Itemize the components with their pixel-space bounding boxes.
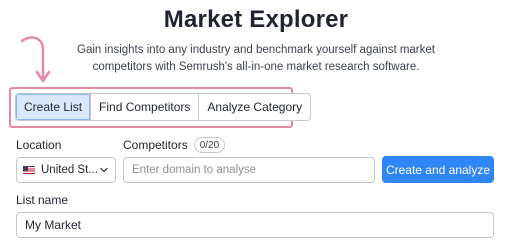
annotation-arrow-icon [20, 36, 51, 83]
competitor-domain-input[interactable] [123, 157, 375, 183]
mode-tabs: Create List Find Competitors Analyze Cat… [15, 93, 312, 121]
list-name-input[interactable] [16, 212, 494, 238]
tab-analyze-category[interactable]: Analyze Category [199, 94, 310, 120]
competitors-label-row: Competitors 0/20 [123, 137, 226, 153]
competitors-label: Competitors [123, 138, 188, 152]
chevron-down-icon [100, 167, 108, 173]
location-value: United St... [41, 164, 98, 176]
location-select[interactable]: United St... [16, 157, 116, 183]
competitors-count-badge: 0/20 [193, 137, 226, 153]
page-title: Market Explorer [163, 6, 349, 33]
us-flag-icon [23, 166, 35, 174]
tab-find-competitors[interactable]: Find Competitors [91, 94, 200, 120]
location-label: Location [16, 138, 62, 152]
page-subtitle: Gain insights into any industry and benc… [77, 44, 435, 73]
create-and-analyze-button[interactable]: Create and analyze [382, 156, 494, 183]
list-name-label: List name [16, 193, 69, 207]
tab-create-list[interactable]: Create List [16, 94, 92, 120]
